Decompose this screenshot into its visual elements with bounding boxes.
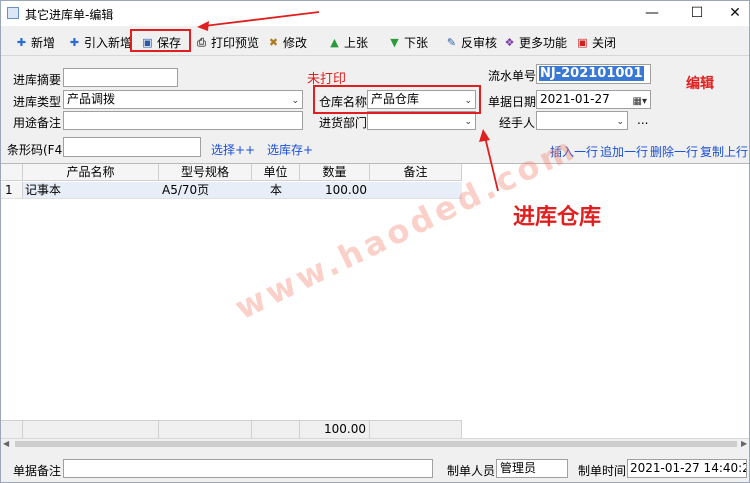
arrow-head-icon [197, 21, 209, 31]
window: 其它进库单-编辑 — ☐ ✕ ✚ 新增 ✚ 引入新增 ▣ 保存 ⎙ 打印预览 ✖… [0, 0, 750, 483]
arrow-to-warehouse [484, 136, 499, 192]
arrow-head-icon [479, 129, 490, 142]
annotation-arrows [197, 11, 499, 192]
arrow-to-save [203, 11, 320, 27]
